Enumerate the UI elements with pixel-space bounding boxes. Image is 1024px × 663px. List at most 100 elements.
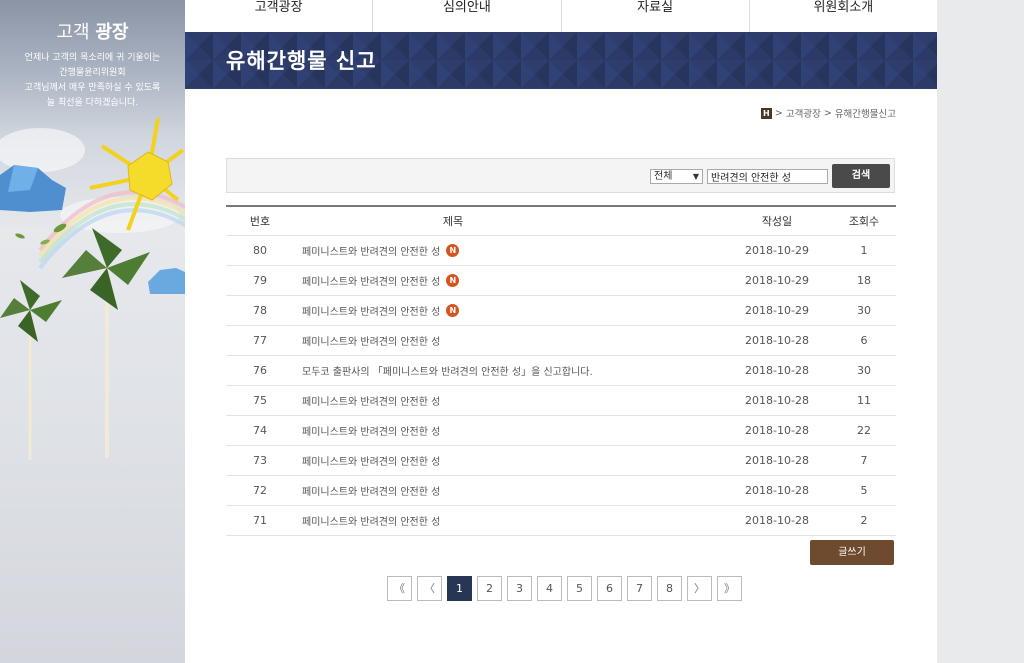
side-description: 언제나 고객의 목소리에 귀 기울이는 간행물윤리위원회 고객님께서 매우 만족… (0, 51, 185, 111)
row-title-link[interactable]: 모두코 출판사의 「페미니스트와 반려견의 안전한 성」을 신고합니다. (302, 363, 593, 378)
header-views: 조회수 (848, 215, 880, 228)
row-date: 2018-10-29 (745, 274, 809, 287)
page-button-8[interactable]: 8 (657, 576, 682, 601)
table-row[interactable]: 80 페미니스트와 반려견의 안전한 성 N 2018-10-29 1 (226, 236, 896, 266)
side-title-normal: 고객 (56, 22, 90, 43)
row-title-cell[interactable]: 페미니스트와 반려견의 안전한 성 (294, 423, 722, 438)
table-header: 번호 제목 작성일 조회수 (226, 207, 896, 236)
row-title-link[interactable]: 페미니스트와 반려견의 안전한 성 (302, 513, 440, 528)
row-title-link[interactable]: 페미니스트와 반려견의 안전한 성 (302, 273, 440, 288)
row-views: 22 (857, 424, 871, 437)
row-title-cell[interactable]: 페미니스트와 반려견의 안전한 성 (294, 393, 722, 408)
nav-item-review[interactable]: 심의안내 (373, 0, 562, 32)
page-button-2[interactable]: 2 (477, 576, 502, 601)
row-title-cell[interactable]: 페미니스트와 반려견의 안전한 성 N (294, 303, 722, 318)
new-badge-icon: N (446, 274, 460, 287)
write-button[interactable]: 글쓰기 (810, 540, 894, 565)
breadcrumb-item[interactable]: 고객광장 (786, 106, 821, 120)
table-row[interactable]: 74 페미니스트와 반려견의 안전한 성 2018-10-28 22 (226, 416, 896, 446)
search-input[interactable] (707, 169, 828, 184)
row-title-cell[interactable]: 페미니스트와 반려견의 안전한 성 (294, 483, 722, 498)
prev-page-button[interactable]: 〈 (417, 576, 442, 601)
row-title-cell[interactable]: 페미니스트와 반려견의 안전한 성 (294, 333, 722, 348)
side-panel: 고객 광장 언제나 고객의 목소리에 귀 기울이는 간행물윤리위원회 고객님께서… (0, 0, 185, 663)
right-margin (937, 0, 1024, 663)
last-page-button[interactable]: 》 (717, 576, 742, 601)
table-row[interactable]: 72 페미니스트와 반려견의 안전한 성 2018-10-28 5 (226, 476, 896, 506)
row-num: 79 (253, 274, 267, 287)
row-title-cell[interactable]: 페미니스트와 반려견의 안전한 성 N (294, 273, 722, 288)
row-num: 71 (253, 514, 267, 527)
row-num: 77 (253, 334, 267, 347)
row-views: 1 (860, 244, 868, 257)
home-icon[interactable]: H (760, 107, 772, 119)
row-num: 78 (253, 304, 267, 317)
row-title-link[interactable]: 페미니스트와 반려견의 안전한 성 (302, 393, 440, 408)
search-scope-select[interactable]: 전체 ▼ (650, 169, 703, 184)
search-button[interactable]: 검색 (832, 164, 890, 188)
top-nav: 고객광장 심의안내 자료실 위원회소개 (185, 0, 937, 32)
row-title-link[interactable]: 페미니스트와 반려견의 안전한 성 (302, 483, 440, 498)
row-views: 6 (860, 334, 868, 347)
row-views: 30 (857, 364, 871, 377)
next-page-button[interactable]: 〉 (687, 576, 712, 601)
side-desc-line: 간행물윤리위원회 (59, 68, 126, 78)
row-views: 7 (860, 454, 868, 467)
row-views: 11 (857, 394, 871, 407)
page-button-3[interactable]: 3 (507, 576, 532, 601)
row-date: 2018-10-29 (745, 304, 809, 317)
row-date: 2018-10-28 (745, 334, 809, 347)
page-button-7[interactable]: 7 (627, 576, 652, 601)
side-title: 고객 광장 (0, 18, 185, 44)
page-button-6[interactable]: 6 (597, 576, 622, 601)
table-row[interactable]: 79 페미니스트와 반려견의 안전한 성 N 2018-10-29 18 (226, 266, 896, 296)
row-title-link[interactable]: 페미니스트와 반려견의 안전한 성 (302, 303, 440, 318)
header-num: 번호 (249, 215, 271, 228)
new-badge-icon: N (446, 304, 460, 317)
breadcrumb-separator: > (774, 107, 783, 119)
table-row[interactable]: 75 페미니스트와 반려견의 안전한 성 2018-10-28 11 (226, 386, 896, 416)
page-title: 유해간행물 신고 (226, 49, 377, 73)
side-desc-line: 언제나 고객의 목소리에 귀 기울이는 (24, 53, 161, 63)
row-date: 2018-10-28 (745, 454, 809, 467)
side-title-bold: 광장 (95, 22, 129, 43)
row-title-cell[interactable]: 페미니스트와 반려견의 안전한 성 N (294, 243, 722, 258)
row-date: 2018-10-29 (745, 244, 809, 257)
table-row[interactable]: 73 페미니스트와 반려견의 안전한 성 2018-10-28 7 (226, 446, 896, 476)
side-desc-line: 늘 최선을 다하겠습니다. (46, 98, 139, 108)
nav-item-customer[interactable]: 고객광장 (185, 0, 374, 32)
search-bar: 전체 ▼ 검색 (226, 158, 895, 193)
row-num: 75 (253, 394, 267, 407)
row-num: 76 (253, 364, 267, 377)
row-views: 30 (857, 304, 871, 317)
page-button-4[interactable]: 4 (537, 576, 562, 601)
table-row[interactable]: 78 페미니스트와 반려견의 안전한 성 N 2018-10-29 30 (226, 296, 896, 326)
nav-item-committee[interactable]: 위원회소개 (750, 0, 937, 32)
row-title-link[interactable]: 페미니스트와 반려견의 안전한 성 (302, 243, 440, 258)
table-row[interactable]: 77 페미니스트와 반려견의 안전한 성 2018-10-28 6 (226, 326, 896, 356)
row-title-cell[interactable]: 페미니스트와 반려견의 안전한 성 (294, 513, 722, 528)
side-desc-line: 고객님께서 매우 만족하실 수 있도록 (24, 83, 161, 93)
table-row[interactable]: 76 모두코 출판사의 「페미니스트와 반려견의 안전한 성」을 신고합니다. 20… (226, 356, 896, 386)
table-row[interactable]: 71 페미니스트와 반려견의 안전한 성 2018-10-28 2 (226, 506, 896, 536)
row-views: 5 (860, 484, 868, 497)
pagination: 《 〈 12345678 〉 》 (387, 576, 742, 601)
page-button-5[interactable]: 5 (567, 576, 592, 601)
header-title: 제목 (442, 215, 464, 228)
main-content: 고객광장 심의안내 자료실 위원회소개 유해간행물 신고 H > 고객광장 > … (185, 0, 937, 663)
page-button-1[interactable]: 1 (447, 576, 472, 601)
row-title-link[interactable]: 페미니스트와 반려견의 안전한 성 (302, 453, 440, 468)
new-badge-icon: N (446, 244, 460, 257)
breadcrumb-item[interactable]: 유해간행물신고 (835, 106, 896, 120)
row-title-cell[interactable]: 페미니스트와 반려견의 안전한 성 (294, 453, 722, 468)
row-num: 74 (253, 424, 267, 437)
row-title-link[interactable]: 페미니스트와 반려견의 안전한 성 (302, 423, 440, 438)
nav-item-archive[interactable]: 자료실 (562, 0, 750, 32)
row-title-cell[interactable]: 모두코 출판사의 「페미니스트와 반려견의 안전한 성」을 신고합니다. (294, 363, 722, 378)
row-date: 2018-10-28 (745, 484, 809, 497)
first-page-button[interactable]: 《 (387, 576, 412, 601)
row-title-link[interactable]: 페미니스트와 반려견의 안전한 성 (302, 333, 440, 348)
row-num: 80 (253, 244, 267, 257)
dropdown-arrow-icon: ▼ (692, 172, 699, 181)
row-views: 18 (857, 274, 871, 287)
